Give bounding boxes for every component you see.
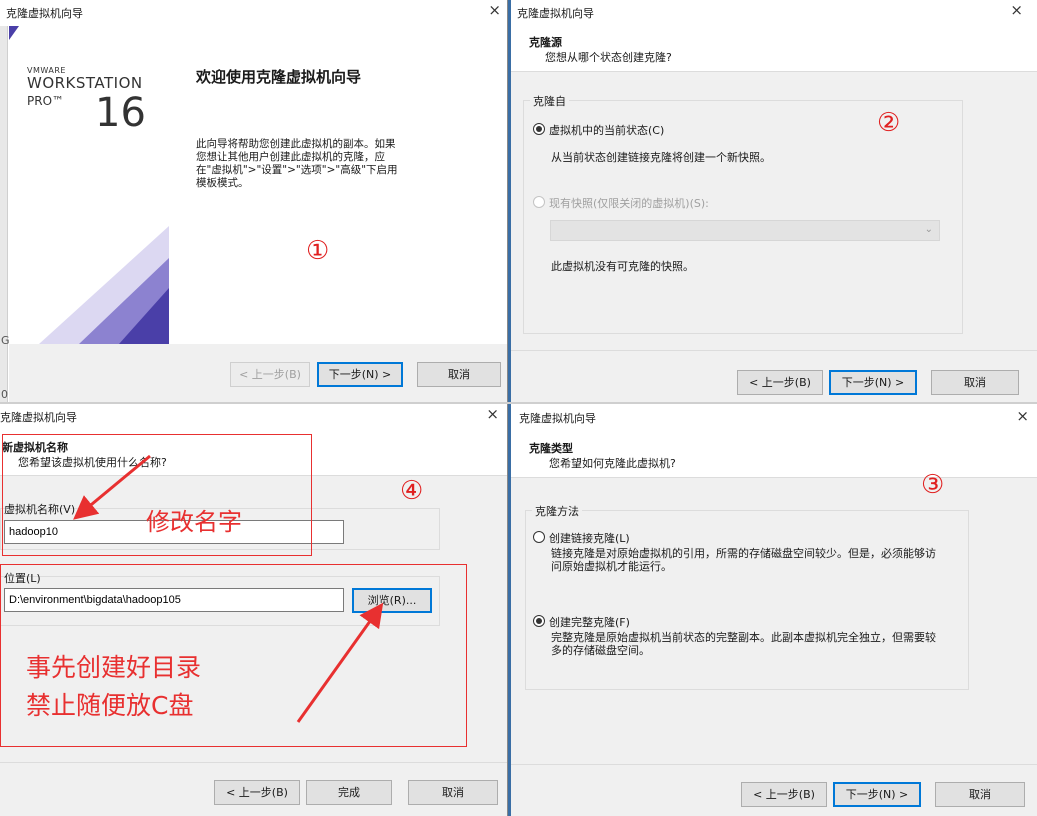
- title-bar: 克隆虚拟机向导 ×: [511, 0, 1037, 26]
- window-title: 克隆虚拟机向导: [6, 7, 83, 20]
- drive-c-annotation: 禁止随便放C盘: [26, 691, 194, 720]
- snapshot-radio[interactable]: [533, 196, 545, 208]
- name-annotation-box: [2, 434, 312, 556]
- back-button[interactable]: < 上一步(B): [737, 370, 823, 395]
- clone-source-window: 克隆虚拟机向导 × 克隆源 您想从哪个状态创建克隆? 克隆自 虚拟机中的当前状态…: [511, 0, 1037, 402]
- cancel-button[interactable]: 取消: [935, 782, 1025, 807]
- brand-pro: PRO™: [27, 94, 65, 108]
- step-marker: ③: [921, 470, 945, 500]
- snapshot-label[interactable]: 现有快照(仅限关闭的虚拟机)(S):: [549, 195, 709, 211]
- current-state-description: 从当前状态创建链接克隆将创建一个新快照。: [551, 151, 771, 164]
- window-title: 克隆虚拟机向导: [517, 7, 594, 20]
- cancel-button[interactable]: 取消: [417, 362, 501, 387]
- linked-clone-label[interactable]: 创建链接克隆(L): [549, 530, 630, 546]
- header-subtitle: 您想从哪个状态创建克隆?: [545, 51, 672, 64]
- panel-separator: [0, 402, 1037, 404]
- next-button[interactable]: 下一步(N) >: [317, 362, 403, 387]
- full-clone-description: 完整克隆是原始虚拟机当前状态的完整副本。此副本虚拟机完全独立，但需要较多的存储磁…: [551, 631, 936, 657]
- close-icon[interactable]: ×: [1016, 407, 1029, 425]
- cancel-button[interactable]: 取消: [931, 370, 1019, 395]
- linked-clone-radio[interactable]: [533, 531, 545, 543]
- footer-divider: [0, 762, 507, 763]
- back-button[interactable]: < 上一步(B): [230, 362, 310, 387]
- rename-annotation: 修改名字: [146, 508, 242, 536]
- next-button[interactable]: 下一步(N) >: [833, 782, 921, 807]
- header-title: 克隆类型: [529, 442, 573, 455]
- full-clone-label[interactable]: 创建完整克隆(F): [549, 614, 630, 630]
- cancel-button[interactable]: 取消: [408, 780, 498, 805]
- header-subtitle: 您希望如何克隆此虚拟机?: [549, 457, 676, 470]
- title-bar: 克隆虚拟机向导 ×: [511, 404, 1037, 430]
- header-title: 克隆源: [529, 36, 562, 49]
- current-state-radio[interactable]: [533, 123, 545, 135]
- title-bar: 克隆虚拟机向导 ×: [0, 0, 507, 26]
- current-state-label[interactable]: 虚拟机中的当前状态(C): [549, 122, 664, 138]
- close-icon[interactable]: ×: [488, 1, 501, 19]
- welcome-heading: 欢迎使用克隆虚拟机向导: [196, 68, 362, 86]
- vm-name-window: 克隆虚拟机向导 × 新虚拟机名称 您希望该虚拟机使用什么名称? 虚拟机名称(V)…: [0, 404, 508, 816]
- brand-version: 16: [95, 90, 146, 136]
- linked-clone-description: 链接克隆是对原始虚拟机的引用，所需的存储磁盘空间较少。但是，必须能够访问原始虚拟…: [551, 547, 936, 573]
- wizard-header: 克隆类型 您希望如何克隆此虚拟机?: [511, 432, 1037, 478]
- close-icon[interactable]: ×: [486, 405, 499, 423]
- finish-button[interactable]: 完成: [306, 780, 392, 805]
- welcome-description: 此向导将帮助您创建此虚拟机的副本。如果您想让其他用户创建此虚拟机的克隆，应在"虚…: [196, 138, 398, 189]
- next-button[interactable]: 下一步(N) >: [829, 370, 917, 395]
- edge-text: 0: [1, 388, 8, 401]
- window-title: 克隆虚拟机向导: [519, 412, 596, 425]
- step-marker: ④: [400, 476, 424, 506]
- directory-annotation: 事先创建好目录: [26, 653, 202, 682]
- chevron-down-icon: ⌄: [924, 224, 933, 235]
- welcome-wizard-window: 克隆虚拟机向导 × G 0 VMWARE WORKSTATION PRO™ 16…: [0, 0, 508, 402]
- back-button[interactable]: < 上一步(B): [741, 782, 827, 807]
- back-button[interactable]: < 上一步(B): [214, 780, 300, 805]
- step-marker: ①: [306, 236, 330, 266]
- no-snapshot-text: 此虚拟机没有可克隆的快照。: [551, 260, 694, 273]
- window-title: 克隆虚拟机向导: [0, 411, 77, 424]
- footer-divider: [511, 350, 1037, 351]
- clone-type-window: 克隆虚拟机向导 × 克隆类型 您希望如何克隆此虚拟机? 克隆方法 创建链接克隆(…: [511, 404, 1037, 816]
- close-icon[interactable]: ×: [1010, 1, 1023, 19]
- group-label: 克隆自: [530, 93, 569, 109]
- vmware-brand-panel: VMWARE WORKSTATION PRO™ 16: [9, 26, 169, 344]
- panel-separator: [508, 0, 511, 816]
- full-clone-radio[interactable]: [533, 615, 545, 627]
- snapshot-select[interactable]: ⌄: [550, 220, 940, 241]
- title-bar: 克隆虚拟机向导 ×: [0, 404, 507, 430]
- wizard-header: 克隆源 您想从哪个状态创建克隆?: [511, 26, 1037, 72]
- step-marker: ②: [877, 108, 901, 138]
- group-label: 克隆方法: [532, 503, 582, 519]
- footer-divider: [511, 764, 1037, 765]
